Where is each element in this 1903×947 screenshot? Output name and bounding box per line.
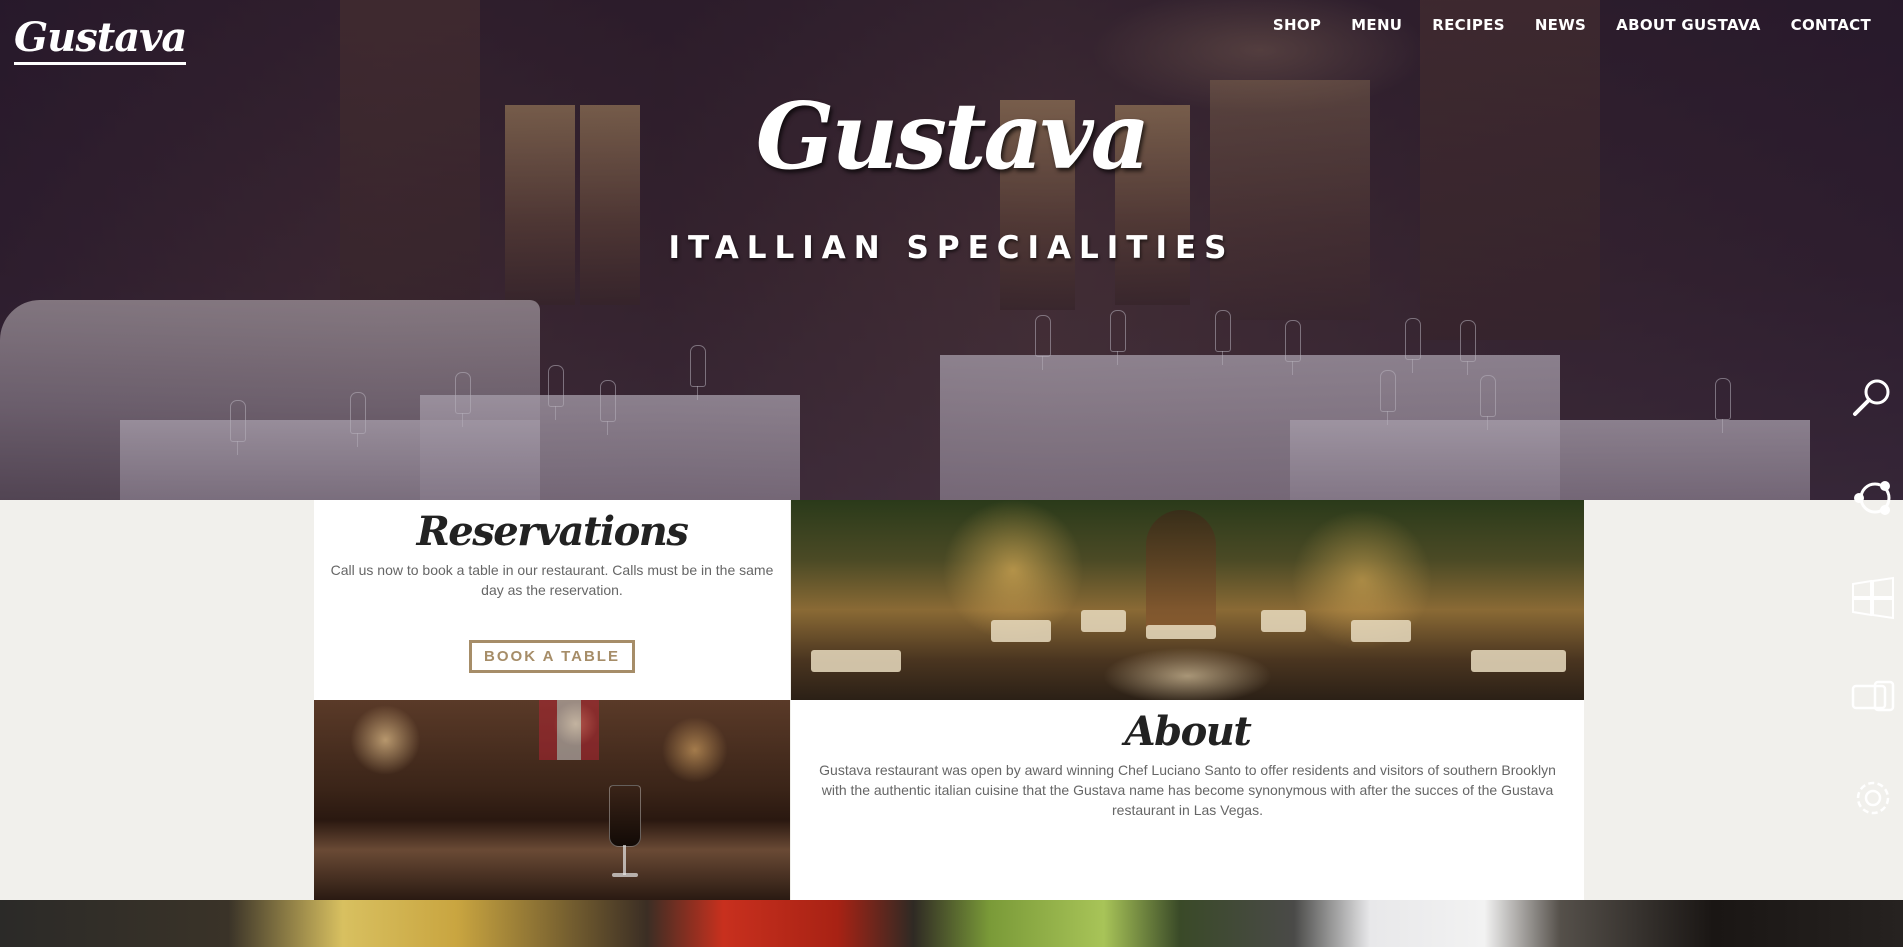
nav-shop[interactable]: SHOP bbox=[1273, 16, 1321, 34]
devices-icon[interactable] bbox=[1849, 674, 1897, 722]
share-icon[interactable] bbox=[1849, 474, 1897, 522]
settings-icon[interactable] bbox=[1849, 774, 1897, 822]
search-icon[interactable] bbox=[1849, 374, 1897, 422]
food-banner bbox=[0, 900, 1903, 947]
hero-banner: Gustava SHOP MENU RECIPES NEWS ABOUT GUS… bbox=[0, 0, 1903, 500]
about-title: About bbox=[1124, 708, 1252, 755]
site-logo[interactable]: Gustava bbox=[14, 18, 187, 65]
nav-news[interactable]: NEWS bbox=[1535, 16, 1586, 34]
reservations-section: Reservations Call us now to book a table… bbox=[314, 500, 790, 700]
main-nav: SHOP MENU RECIPES NEWS ABOUT GUSTAVA CON… bbox=[1273, 16, 1871, 34]
bar-photo bbox=[314, 700, 790, 900]
about-text: Gustava restaurant was open by award win… bbox=[819, 762, 1556, 818]
nav-menu[interactable]: MENU bbox=[1351, 16, 1402, 34]
hero-title: Gustava bbox=[755, 82, 1150, 190]
start-icon[interactable] bbox=[1849, 574, 1897, 622]
nav-about[interactable]: ABOUT GUSTAVA bbox=[1616, 16, 1760, 34]
about-section: About Gustava restaurant was open by awa… bbox=[791, 700, 1584, 900]
hero-subtitle: ITALLIAN SPECIALITIES bbox=[668, 230, 1235, 266]
book-table-button[interactable]: BOOK A TABLE bbox=[469, 640, 635, 673]
nav-contact[interactable]: CONTACT bbox=[1791, 16, 1871, 34]
reservations-title: Reservations bbox=[416, 508, 689, 555]
reservations-text: Call us now to book a table in our resta… bbox=[330, 562, 774, 598]
content-grid: Reservations Call us now to book a table… bbox=[314, 500, 1584, 900]
courtyard-photo bbox=[791, 500, 1584, 700]
nav-recipes[interactable]: RECIPES bbox=[1432, 16, 1505, 34]
